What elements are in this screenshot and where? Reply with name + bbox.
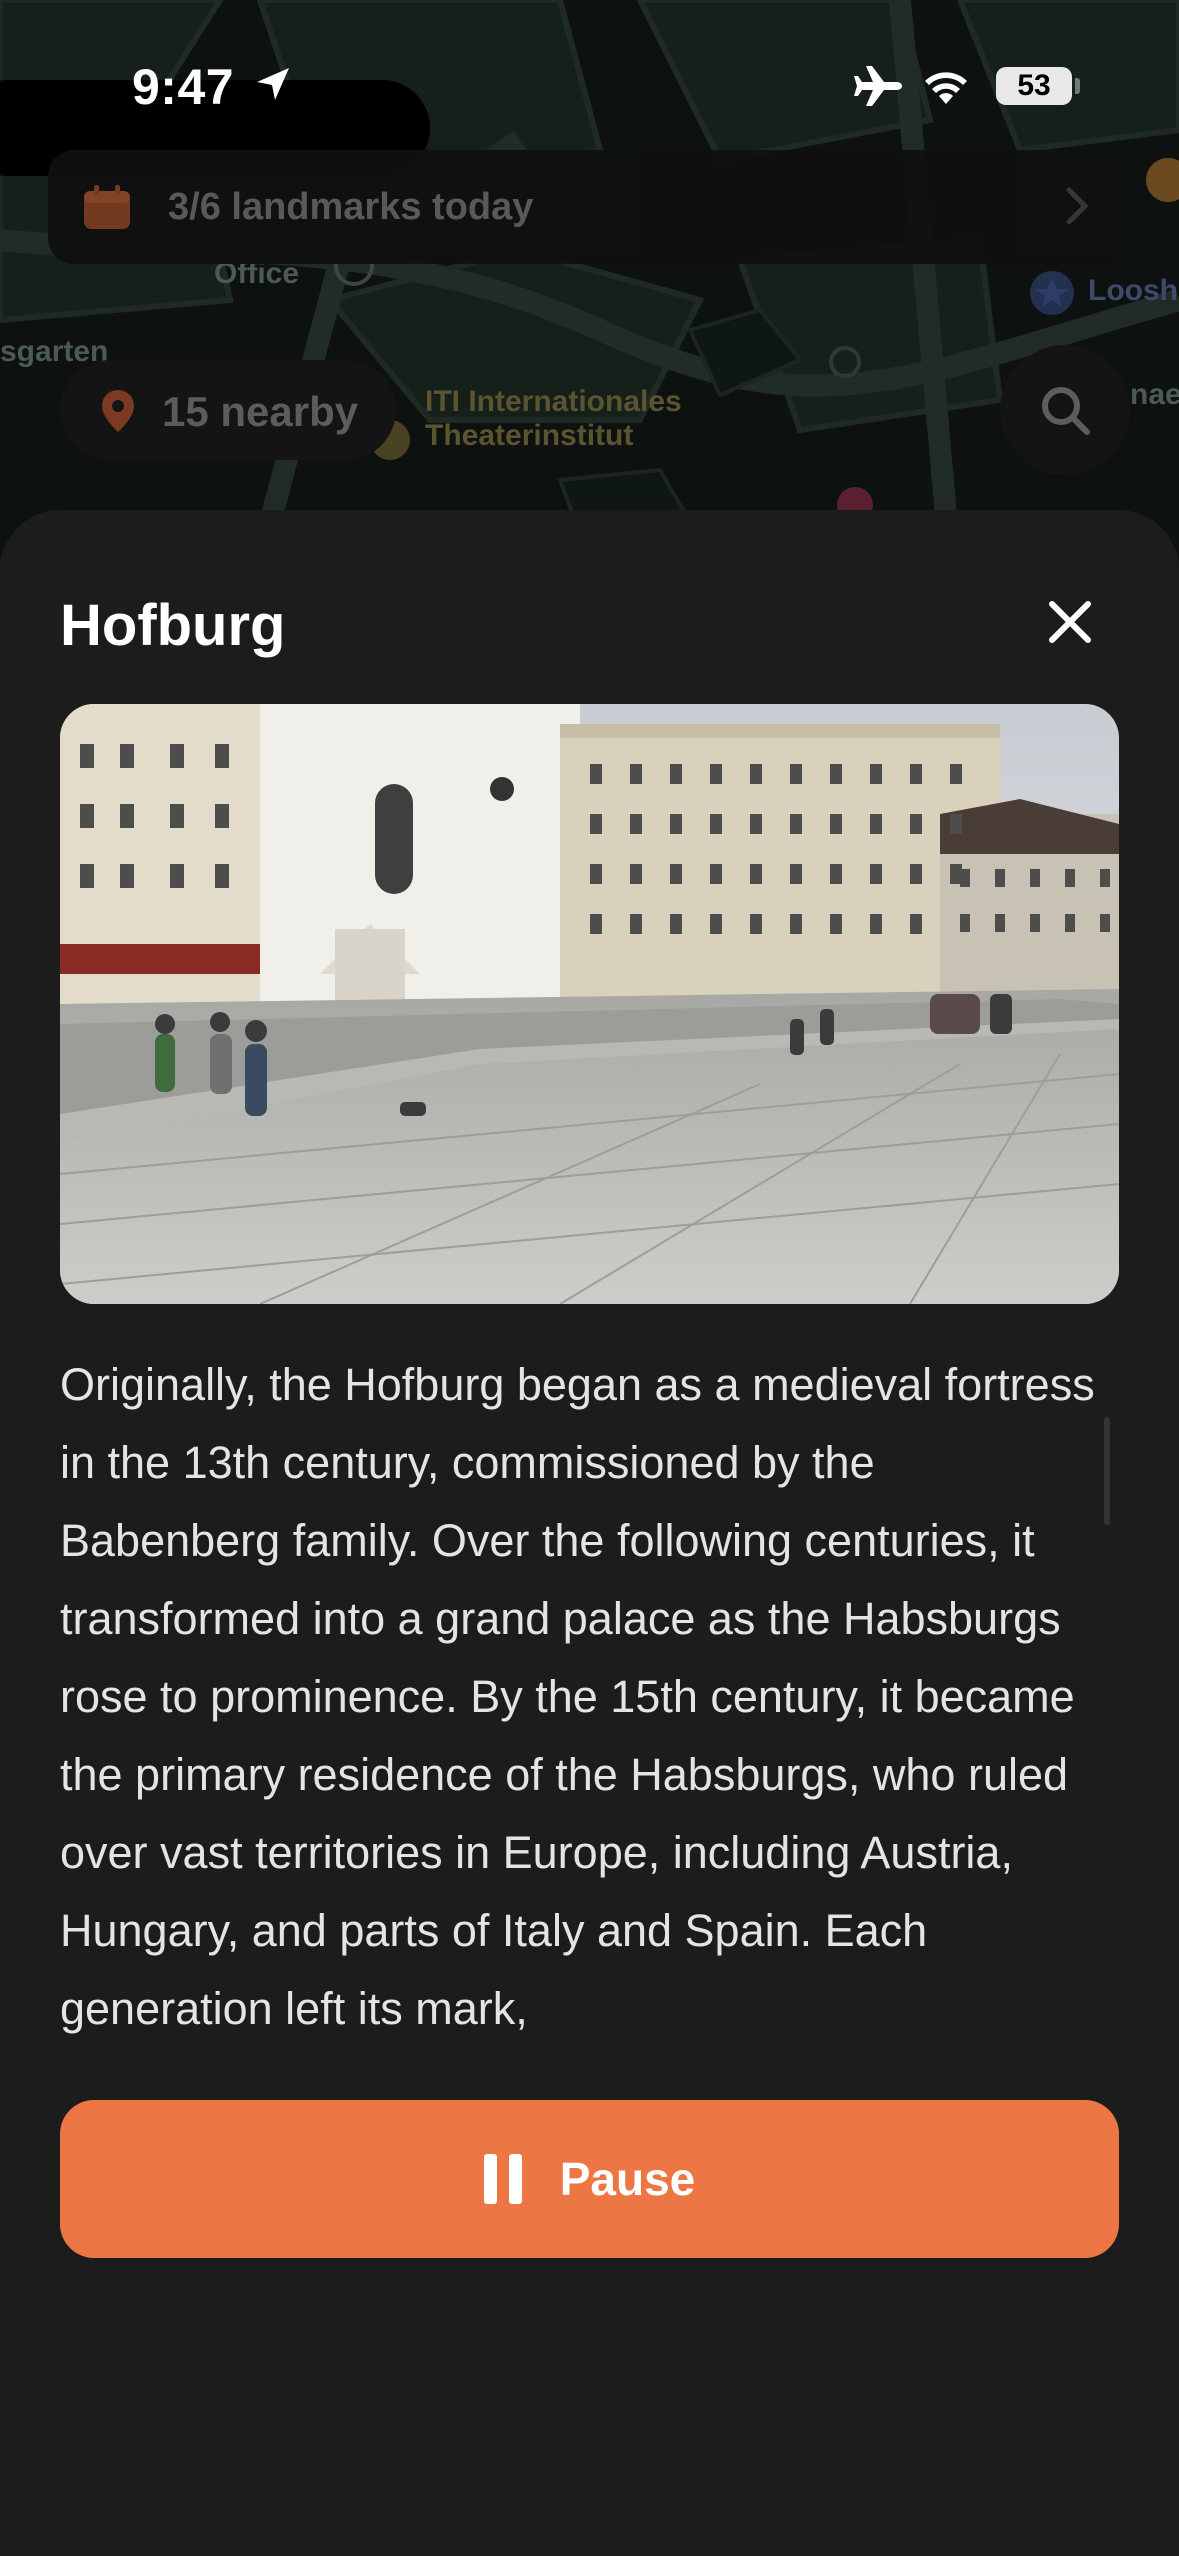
map-label-loos: Loosh bbox=[1088, 274, 1178, 307]
wifi-icon bbox=[925, 72, 967, 104]
landmarks-progress-text: 3/6 landmarks today bbox=[168, 186, 534, 228]
landmark-description: Originally, the Hofburg began as a medie… bbox=[60, 1359, 1095, 2034]
status-bar: 9:47 53 bbox=[0, 0, 1179, 170]
map-pin-icon bbox=[102, 390, 134, 432]
search-icon bbox=[1042, 387, 1090, 435]
airplane-icon bbox=[854, 66, 902, 106]
landmark-photo bbox=[60, 704, 1119, 1304]
nearby-chip[interactable]: 15 nearby bbox=[60, 360, 396, 460]
chevron-right-icon bbox=[1066, 187, 1089, 225]
search-button[interactable] bbox=[1000, 345, 1130, 475]
battery-icon: 53 bbox=[996, 67, 1072, 105]
calendar-icon bbox=[84, 185, 130, 229]
map-label-iti: ITI Internationales Theaterinstitut bbox=[425, 385, 682, 452]
battery-nub bbox=[1075, 78, 1080, 94]
location-arrow-icon bbox=[257, 68, 289, 100]
map-label-nae: nae bbox=[1130, 378, 1179, 411]
landmark-detail-sheet: Hofburg Originally, the Hofburg began as… bbox=[0, 510, 1179, 2556]
close-icon[interactable] bbox=[1044, 596, 1096, 648]
nearby-count: 15 nearby bbox=[162, 388, 359, 435]
landmark-title: Hofburg bbox=[60, 593, 286, 658]
pause-icon bbox=[483, 2154, 522, 2204]
pause-button[interactable]: Pause bbox=[60, 2100, 1119, 2258]
landmark-description-scroll[interactable]: Originally, the Hofburg began as a medie… bbox=[60, 1346, 1119, 2034]
pause-label: Pause bbox=[559, 2153, 696, 2205]
description-scrollbar[interactable] bbox=[1104, 1417, 1110, 1525]
status-time: 9:47 bbox=[132, 59, 235, 115]
landmarks-progress-banner[interactable]: 3/6 landmarks today bbox=[48, 150, 1130, 264]
